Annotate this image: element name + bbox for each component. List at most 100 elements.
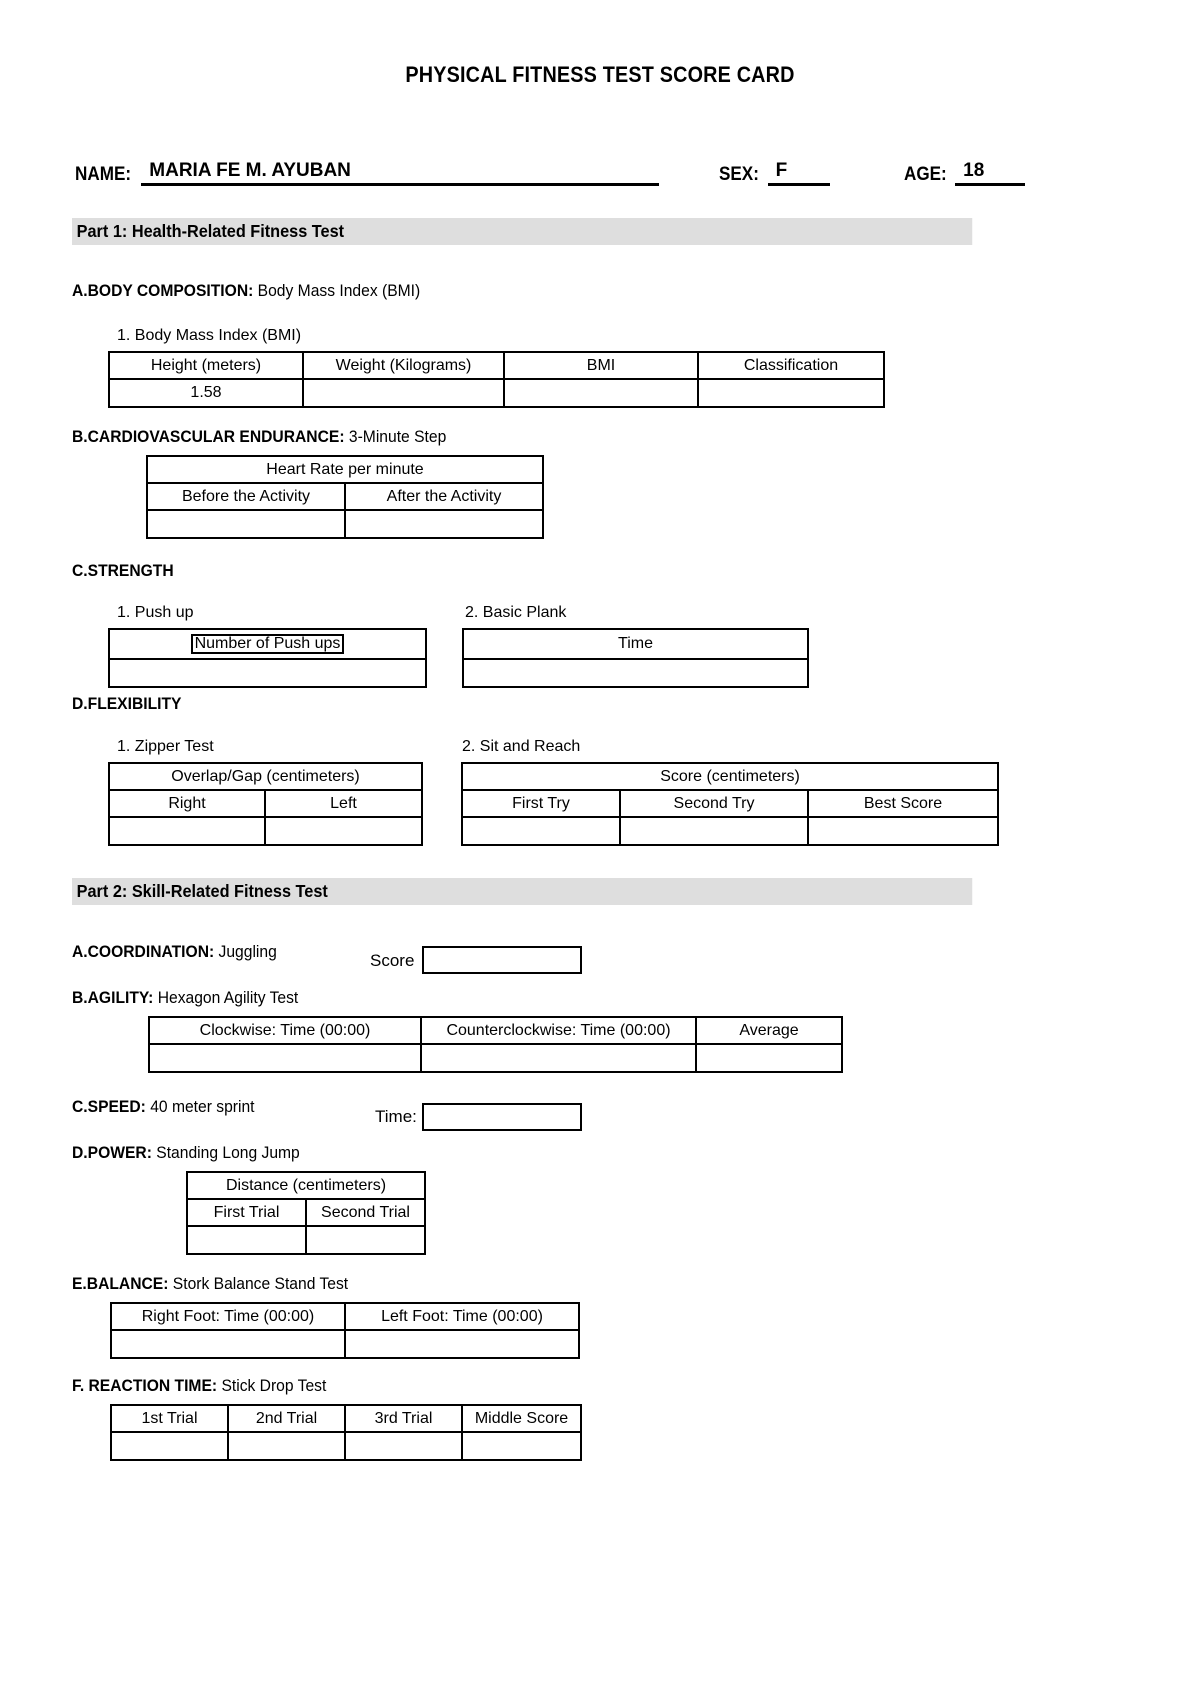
heading-flexibility: D.FLEXIBILITY [72,694,191,714]
cell-first-try-value[interactable] [461,816,621,846]
heading-body-composition-rest: Body Mass Index (BMI) [253,281,421,300]
part-1-banner: Part 1: Health-Related Fitness Test [72,218,973,245]
col-3rd-trial: 3rd Trial [344,1404,463,1433]
cell-best-score-value[interactable] [806,816,1000,846]
cell-after-activity-value[interactable] [344,509,544,539]
field-speed-time[interactable] [422,1103,582,1131]
col-left-foot: Left Foot: Time (00:00) [344,1302,580,1331]
cell-middle-score-value[interactable] [461,1431,582,1461]
sex-field[interactable]: F [767,160,830,186]
part-2-banner: Part 2: Skill-Related Fitness Test [72,878,973,905]
table-row: Overlap/Gap (centimeters) [107,762,424,791]
cell-weight-value[interactable] [302,378,505,408]
col-bmi: BMI [503,351,699,380]
cell-counterclockwise-value[interactable] [420,1043,697,1073]
heading-coordination-rest: Juggling [214,942,277,961]
cell-height-value[interactable]: 1.58 [108,378,304,408]
cell-1st-trial-value[interactable] [110,1431,229,1461]
heading-coordination: A.COORDINATION: Juggling [72,942,295,962]
heading-flexibility-bold: D.FLEXIBILITY [72,694,182,713]
table-row: Heart Rate per minute [146,455,544,484]
col-classification: Classification [697,351,885,380]
heading-balance-rest: Stork Balance Stand Test [168,1274,349,1293]
table-row: Score (centimeters) [460,762,1000,791]
cell-push-up-value[interactable] [108,658,427,688]
page-title: PHYSICAL FITNESS TEST SCORE CARD [405,62,795,87]
age-label: AGE: [903,164,947,185]
cell-right-foot-value[interactable] [110,1329,346,1359]
heading-power-rest: Standing Long Jump [151,1143,300,1162]
table-row: Before the Activity After the Activity [146,482,544,511]
cell-right-value[interactable] [108,816,266,846]
col-first-try: First Try [461,789,621,818]
table-row: Number of Push ups [108,628,427,660]
table-row: Right Foot: Time (00:00) Left Foot: Time… [110,1302,580,1331]
cell-classification-value[interactable] [697,378,885,408]
name-label: NAME: [75,164,132,185]
table-stork-balance: Right Foot: Time (00:00) Left Foot: Time… [110,1302,580,1359]
heading-power: D.POWER: Standing Long Jump [72,1143,320,1163]
col-best-score: Best Score [806,789,1000,818]
col-clockwise: Clockwise: Time (00:00) [148,1016,422,1045]
table-sit-and-reach: Score (centimeters) First Try Second Try… [460,762,1000,846]
table-row [108,658,427,688]
table-push-up: Number of Push ups [108,628,427,688]
cell-before-activity-value[interactable] [146,509,346,539]
col-average: Average [695,1016,843,1045]
cell-clockwise-value[interactable] [148,1043,422,1073]
heading-speed-bold: C.SPEED: [72,1097,146,1116]
col-first-trial: First Trial [186,1198,307,1227]
heading-strength-bold: C.STRENGTH [72,561,174,580]
cell-2nd-trial-value[interactable] [227,1431,346,1461]
col-second-trial: Second Trial [304,1198,427,1227]
heading-reaction-time: F. REACTION TIME: Stick Drop Test [72,1376,348,1396]
field-juggling-score[interactable] [422,946,582,974]
table-row: Clockwise: Time (00:00) Counterclockwise… [148,1016,843,1045]
cell-second-try-value[interactable] [619,816,809,846]
table-row: Height (meters) Weight (Kilograms) BMI C… [108,351,885,380]
col-middle-score: Middle Score [461,1404,582,1433]
sex-label: SEX: [719,164,760,185]
heading-balance-bold: E.BALANCE: [72,1274,169,1293]
heading-reaction-time-bold: F. REACTION TIME: [72,1376,218,1395]
table-bmi: Height (meters) Weight (Kilograms) BMI C… [108,351,885,408]
cell-average-value[interactable] [695,1043,843,1073]
sublabel-basic-plank: 2. Basic Plank [465,604,567,621]
table-row [110,1431,582,1461]
label-speed-time: Time: [375,1107,417,1126]
table-row [148,1043,843,1073]
cell-second-trial-value[interactable] [304,1225,427,1255]
cell-3rd-trial-value[interactable] [344,1431,463,1461]
col-height: Height (meters) [108,351,304,380]
col-weight: Weight (Kilograms) [302,351,505,380]
cell-bmi-value[interactable] [503,378,699,408]
group-header-heart-rate: Heart Rate per minute [146,455,544,484]
table-zipper-test: Overlap/Gap (centimeters) Right Left [107,762,424,846]
table-stick-drop: 1st Trial 2nd Trial 3rd Trial Middle Sco… [110,1404,582,1461]
header-push-up-cell: Number of Push ups [108,628,427,660]
table-row: Time [462,628,809,660]
heading-agility-rest: Hexagon Agility Test [153,988,299,1007]
heading-speed: C.SPEED: 40 meter sprint [72,1097,270,1117]
col-second-try: Second Try [619,789,809,818]
table-row: 1st Trial 2nd Trial 3rd Trial Middle Sco… [110,1404,582,1433]
cell-left-foot-value[interactable] [344,1329,580,1359]
age-field[interactable]: 18 [955,160,1026,186]
heading-agility: B.AGILITY: Hexagon Agility Test [72,988,318,1008]
col-counterclockwise: Counterclockwise: Time (00:00) [420,1016,697,1045]
col-before-activity: Before the Activity [146,482,346,511]
name-field[interactable]: MARIA FE M. AYUBAN [141,160,660,186]
header-push-up-label: Number of Push ups [190,633,345,655]
table-row: 1.58 [108,378,885,408]
cell-plank-value[interactable] [462,658,809,688]
cell-left-value[interactable] [263,816,424,846]
table-row [108,816,424,846]
heading-body-composition: A.BODY COMPOSITION: Body Mass Index (BMI… [72,281,450,301]
heading-reaction-time-rest: Stick Drop Test [217,1376,327,1395]
col-right-foot: Right Foot: Time (00:00) [110,1302,346,1331]
sublabel-bmi: 1. Body Mass Index (BMI) [117,327,302,344]
heading-speed-rest: 40 meter sprint [145,1097,255,1116]
cell-first-trial-value[interactable] [186,1225,307,1255]
heading-cardiovascular: B.CARDIOVASCULAR ENDURANCE: 3-Minute Ste… [72,427,479,447]
table-basic-plank: Time [462,628,809,688]
